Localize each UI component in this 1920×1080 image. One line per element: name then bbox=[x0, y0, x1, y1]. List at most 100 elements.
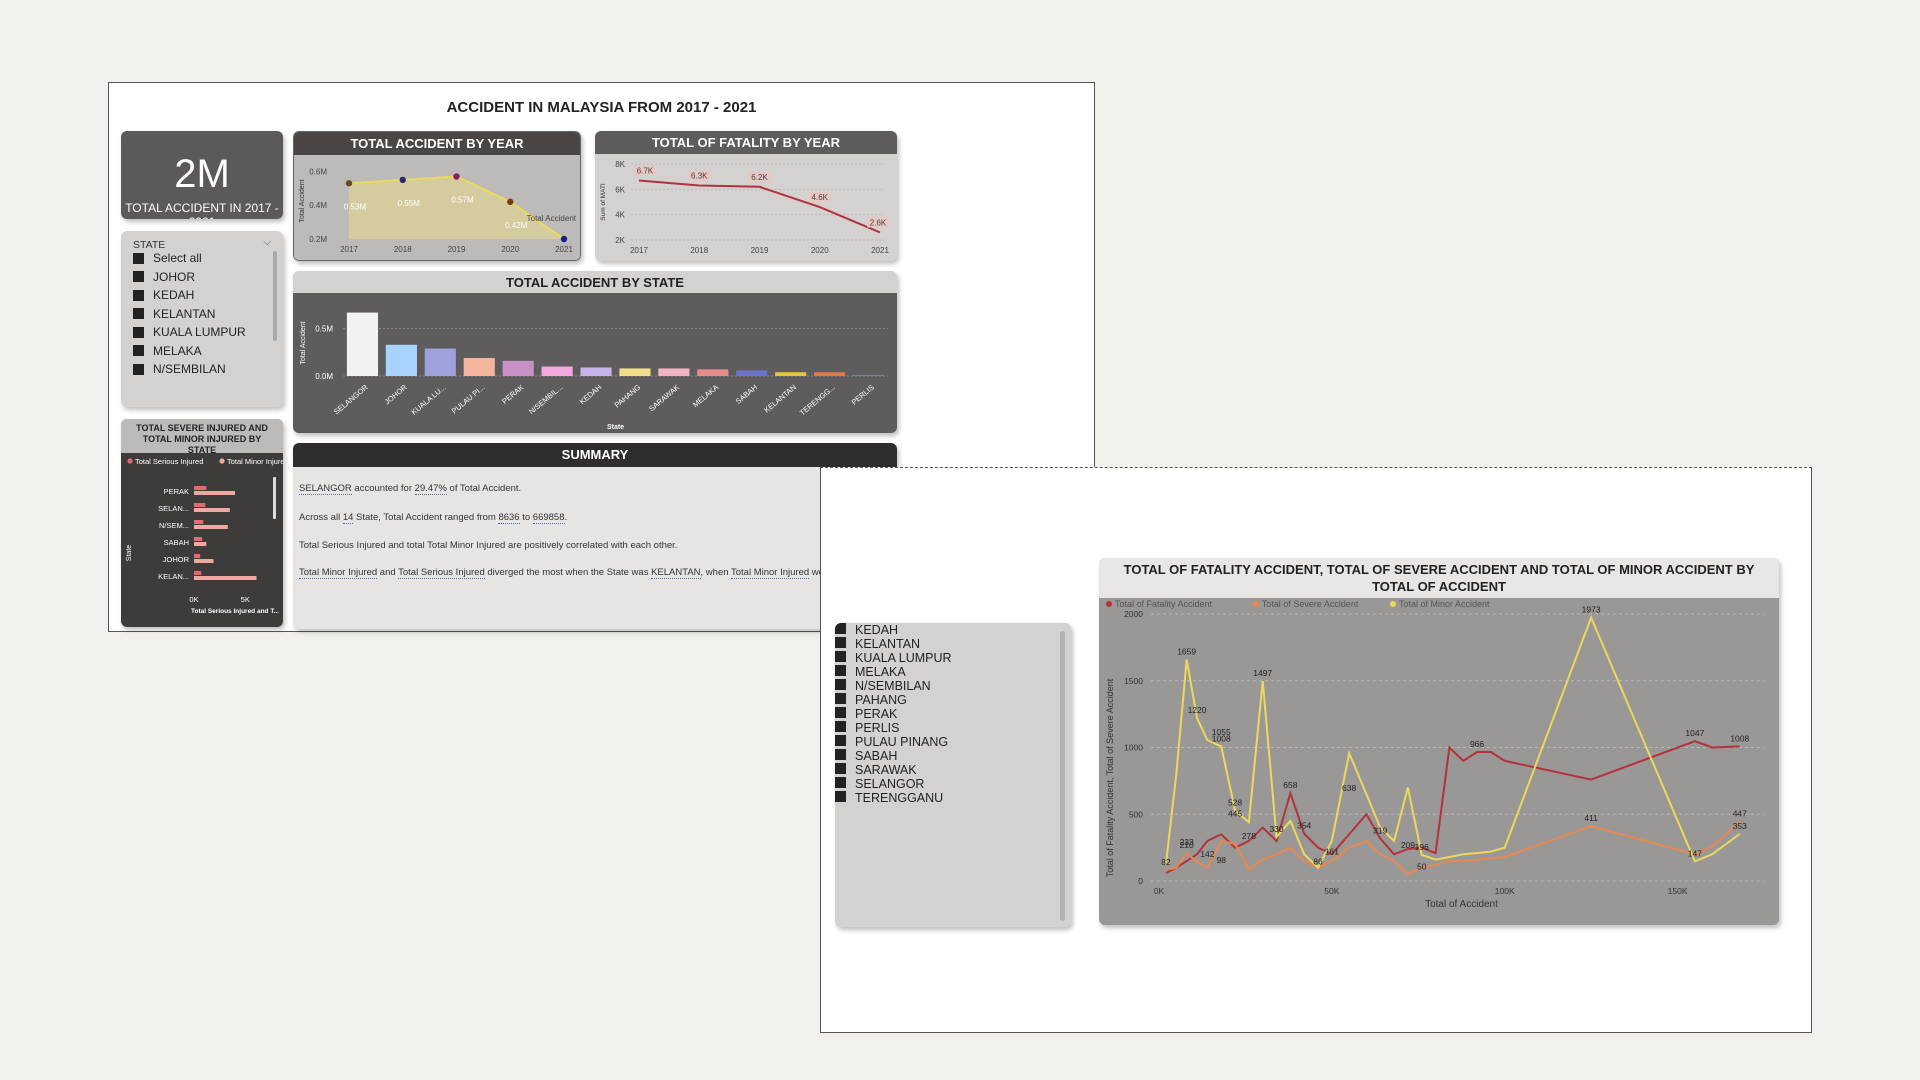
checkbox-icon[interactable] bbox=[133, 252, 144, 264]
y-axis-label: Total of Fatality Accident, Total of Sev… bbox=[1105, 678, 1115, 877]
data-label: 528 bbox=[1228, 798, 1242, 808]
checkbox-icon[interactable] bbox=[133, 289, 144, 301]
legend-marker bbox=[127, 458, 133, 464]
slicer-item-label: PULAU PINANG bbox=[855, 735, 949, 749]
scatter-line-card[interactable]: TOTAL OF FATALITY ACCIDENT, TOTAL OF SEV… bbox=[1099, 558, 1779, 925]
chevron-down-icon[interactable]: ⌵ bbox=[263, 237, 271, 248]
data-label: 0.55M bbox=[398, 199, 421, 208]
slicer-item[interactable]: KEDAH bbox=[133, 288, 194, 302]
data-point bbox=[453, 173, 460, 180]
slicer-2-scrollbar[interactable] bbox=[1060, 631, 1065, 921]
data-label: 638 bbox=[1342, 783, 1356, 793]
checkbox-icon[interactable] bbox=[835, 735, 846, 746]
checkbox-icon[interactable] bbox=[835, 651, 846, 662]
y-axis-label: Total Accident bbox=[300, 321, 307, 364]
bar bbox=[194, 491, 235, 495]
x-tick-label: 2020 bbox=[501, 245, 519, 254]
data-label: 98 bbox=[1216, 855, 1226, 865]
slicer-item-label: KELANTAN bbox=[855, 637, 921, 651]
checkbox-icon[interactable] bbox=[133, 308, 144, 319]
slicer-item[interactable]: PAHANG bbox=[835, 693, 1071, 707]
checkbox-icon[interactable] bbox=[835, 777, 846, 788]
checkbox-icon[interactable] bbox=[133, 363, 144, 375]
checkbox-icon[interactable] bbox=[835, 679, 846, 690]
slicer-item[interactable]: KUALA LUMPUR bbox=[835, 651, 1071, 665]
slicer-item-label: Select all bbox=[153, 251, 202, 265]
summary-card[interactable]: SUMMARY SELANGOR accounted for 29.47% of… bbox=[293, 443, 897, 629]
y-axis-label: State bbox=[126, 545, 133, 561]
y-tick-label: SELAN... bbox=[158, 504, 189, 513]
checkbox-icon[interactable] bbox=[835, 707, 846, 718]
slicer-item[interactable]: SABAH bbox=[835, 749, 1071, 763]
slicer-item[interactable]: JOHOR bbox=[133, 270, 195, 284]
slicer-item[interactable]: PERLIS bbox=[835, 721, 1071, 735]
x-tick-label: SABAH bbox=[734, 383, 759, 406]
y-tick-label: 0 bbox=[1138, 876, 1143, 886]
data-label: 1497 bbox=[1253, 668, 1272, 678]
y-tick-label: 6K bbox=[615, 185, 625, 194]
checkbox-icon[interactable] bbox=[835, 623, 846, 634]
y-tick-label: SABAH bbox=[164, 538, 189, 547]
summary-line: Total Minor Injured and Total Serious In… bbox=[299, 567, 897, 579]
chart-scrollbar bbox=[273, 477, 276, 519]
slicer-item[interactable]: N/SEMBILAN bbox=[835, 679, 1071, 693]
kpi-value: 2M bbox=[174, 152, 230, 196]
state-slicer-2[interactable]: KEDAH KELANTAN KUALA LUMPUR MELAKA N/SEMBILA… bbox=[835, 623, 1071, 927]
bar bbox=[424, 348, 456, 376]
slicer-item[interactable]: PULAU PINANG bbox=[835, 735, 1071, 749]
accident-by-state-card[interactable]: TOTAL ACCIDENT BY STATE Total Accident 0.… bbox=[293, 271, 897, 433]
bar bbox=[852, 375, 885, 376]
kpi-card[interactable]: 2M TOTAL ACCIDENT IN 2017 - 2021 bbox=[121, 131, 283, 219]
slicer-item[interactable]: SARAWAK bbox=[835, 763, 1071, 777]
data-label: 6.2K bbox=[751, 173, 768, 182]
data-label: 50 bbox=[1417, 861, 1427, 871]
accident-by-year-card[interactable]: TOTAL ACCIDENT BY YEAR Total Accident 0.2… bbox=[293, 131, 581, 261]
data-label: 1047 bbox=[1685, 728, 1704, 738]
x-tick-label: 2019 bbox=[751, 246, 769, 255]
slicer-item[interactable]: KELANTAN bbox=[835, 637, 1071, 651]
summary-text: Total Serious Injured and total Total Mi… bbox=[299, 540, 678, 551]
bar bbox=[194, 554, 201, 558]
x-tick-label: 2017 bbox=[630, 246, 648, 255]
kpi-label: TOTAL ACCIDENT IN 2017 - 2021 bbox=[125, 201, 279, 219]
slicer-item[interactable]: TERENGGANU bbox=[835, 791, 1071, 805]
slicer-item[interactable]: KUALA LUMPUR bbox=[133, 325, 246, 339]
checkbox-icon[interactable] bbox=[133, 326, 144, 338]
slicer-item[interactable]: MELAKA bbox=[133, 344, 202, 358]
slicer-scrollbar[interactable] bbox=[273, 251, 277, 341]
summary-text: KELANTAN bbox=[651, 567, 701, 579]
data-label: 319 bbox=[1373, 825, 1387, 835]
report-page-2: KEDAH KELANTAN KUALA LUMPUR MELAKA N/SEMBILA… bbox=[820, 467, 1812, 1033]
slicer-item[interactable]: SELANGOR bbox=[835, 777, 1071, 791]
state-slicer[interactable]: STATE ⌵ Select all JOHOR KEDAH KELANTAN KUAL… bbox=[121, 231, 283, 407]
checkbox-icon[interactable] bbox=[133, 271, 144, 282]
x-tick-label: PERLIS bbox=[850, 383, 876, 407]
checkbox-icon[interactable] bbox=[835, 693, 846, 704]
checkbox-icon[interactable] bbox=[835, 665, 846, 676]
x-tick-label: N/SEMBIL... bbox=[527, 383, 564, 416]
series-line bbox=[1165, 740, 1740, 874]
fatality-by-year-card[interactable]: TOTAL OF FATALITY BY YEAR Sum of MATI 2K 4… bbox=[595, 131, 897, 261]
checkbox-icon[interactable] bbox=[835, 791, 846, 802]
data-label: 6.7K bbox=[637, 166, 654, 175]
checkbox-icon[interactable] bbox=[835, 763, 846, 774]
checkbox-icon[interactable] bbox=[133, 345, 144, 356]
injured-by-state-card[interactable]: TOTAL SEVERE INJURED AND TOTAL MINOR INJ… bbox=[121, 419, 283, 627]
slicer-item[interactable]: MELAKA bbox=[835, 665, 1071, 679]
summary-text: 14 bbox=[342, 512, 354, 524]
slicer-item-label: MELAKA bbox=[153, 343, 202, 358]
slicer-item[interactable]: KELANTAN bbox=[133, 307, 215, 321]
slicer-item-label: KUALA LUMPUR bbox=[855, 651, 952, 665]
slicer-item[interactable]: Select all bbox=[133, 251, 202, 265]
summary-text: . bbox=[564, 512, 568, 523]
slicer-item[interactable]: PERAK bbox=[835, 707, 1071, 721]
slicer-item[interactable]: N/SEMBILAN bbox=[133, 362, 226, 376]
slicer-item-label: KELANTAN bbox=[153, 306, 216, 321]
series-line bbox=[1165, 820, 1741, 876]
slicer-item[interactable]: KEDAH bbox=[835, 623, 1071, 637]
data-label: 353 bbox=[1733, 821, 1747, 831]
checkbox-icon[interactable] bbox=[835, 721, 846, 732]
checkbox-icon[interactable] bbox=[835, 637, 846, 648]
bar bbox=[194, 503, 206, 507]
checkbox-icon[interactable] bbox=[835, 749, 846, 760]
